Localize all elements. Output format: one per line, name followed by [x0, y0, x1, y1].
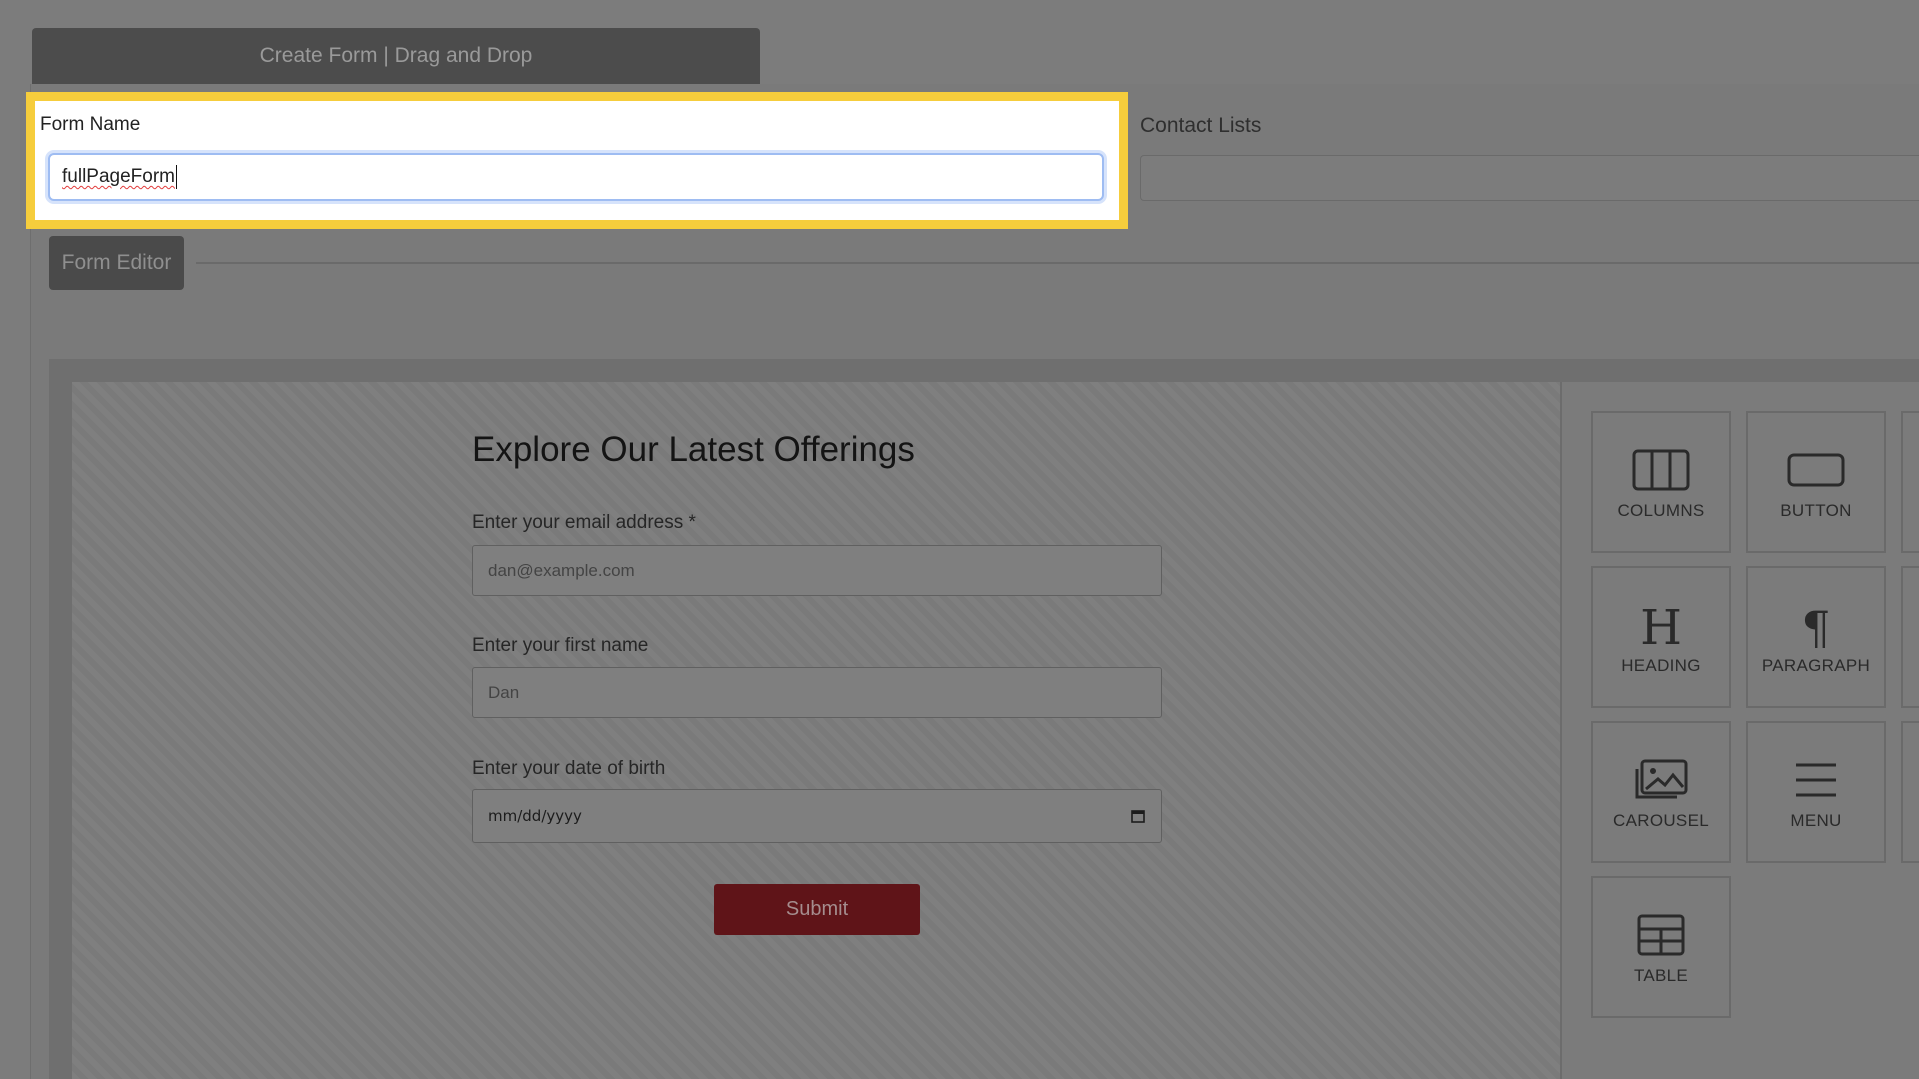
email-field-label: Enter your email address *: [472, 512, 696, 533]
first-name-placeholder: Dan: [488, 682, 520, 702]
tool-columns[interactable]: COLUMNS: [1591, 411, 1731, 553]
contact-lists-label: Contact Lists: [1140, 114, 1262, 137]
form-name-value: fullPageForm: [62, 166, 175, 187]
tool-partial-1[interactable]: [1901, 411, 1919, 553]
preview-heading[interactable]: Explore Our Latest Offerings: [472, 430, 915, 470]
tool-table[interactable]: TABLE: [1591, 876, 1731, 1018]
tool-button[interactable]: BUTTON: [1746, 411, 1886, 553]
tool-paragraph-label: PARAGRAPH: [1761, 656, 1871, 675]
tool-table-label: TABLE: [1633, 966, 1689, 985]
contact-lists-input[interactable]: [1140, 155, 1919, 201]
paragraph-icon: ¶: [1786, 602, 1846, 648]
tab-divider: [196, 262, 1919, 264]
header-title: Create Form | Drag and Drop: [259, 44, 533, 67]
header-tab-create-form[interactable]: Create Form | Drag and Drop: [32, 28, 760, 84]
tool-partial-2[interactable]: [1901, 566, 1919, 708]
submit-button[interactable]: Submit: [714, 884, 920, 935]
tool-heading-label: HEADING: [1621, 656, 1701, 675]
dob-field-label: Enter your date of birth: [472, 758, 666, 779]
tool-partial-3[interactable]: [1901, 721, 1919, 863]
columns-icon: [1631, 447, 1691, 493]
tool-menu[interactable]: MENU: [1746, 721, 1886, 863]
dob-placeholder: mm/dd/yyyy: [488, 807, 582, 825]
email-placeholder: dan@example.com: [488, 560, 635, 580]
tool-carousel-label: CAROUSEL: [1613, 811, 1709, 830]
text-caret: [176, 165, 177, 189]
tool-paragraph[interactable]: ¶ PARAGRAPH: [1746, 566, 1886, 708]
form-name-label: Form Name: [40, 114, 141, 135]
heading-icon: H: [1631, 602, 1691, 648]
table-icon: [1631, 912, 1691, 958]
svg-text:¶: ¶: [1801, 602, 1830, 648]
email-field[interactable]: dan@example.com: [472, 545, 1162, 596]
tool-carousel[interactable]: CAROUSEL: [1591, 721, 1731, 863]
carousel-icon: [1631, 757, 1691, 803]
tool-columns-label: COLUMNS: [1617, 501, 1705, 520]
tool-heading[interactable]: H HEADING: [1591, 566, 1731, 708]
calendar-icon[interactable]: [1130, 808, 1146, 824]
tool-menu-label: MENU: [1790, 811, 1842, 830]
editor-canvas[interactable]: [72, 382, 1560, 1079]
svg-text:H: H: [1640, 602, 1682, 648]
form-name-input[interactable]: fullPageForm: [48, 153, 1104, 201]
button-icon: [1786, 447, 1846, 493]
menu-icon: [1786, 757, 1846, 803]
tab-form-editor[interactable]: Form Editor: [49, 236, 184, 290]
tool-button-label: BUTTON: [1780, 501, 1852, 520]
dob-field[interactable]: mm/dd/yyyy: [472, 789, 1162, 843]
submit-label: Submit: [785, 898, 849, 920]
first-name-field[interactable]: Dan: [472, 667, 1162, 718]
tab-form-editor-label: Form Editor: [61, 251, 172, 274]
first-name-field-label: Enter your first name: [472, 635, 649, 656]
